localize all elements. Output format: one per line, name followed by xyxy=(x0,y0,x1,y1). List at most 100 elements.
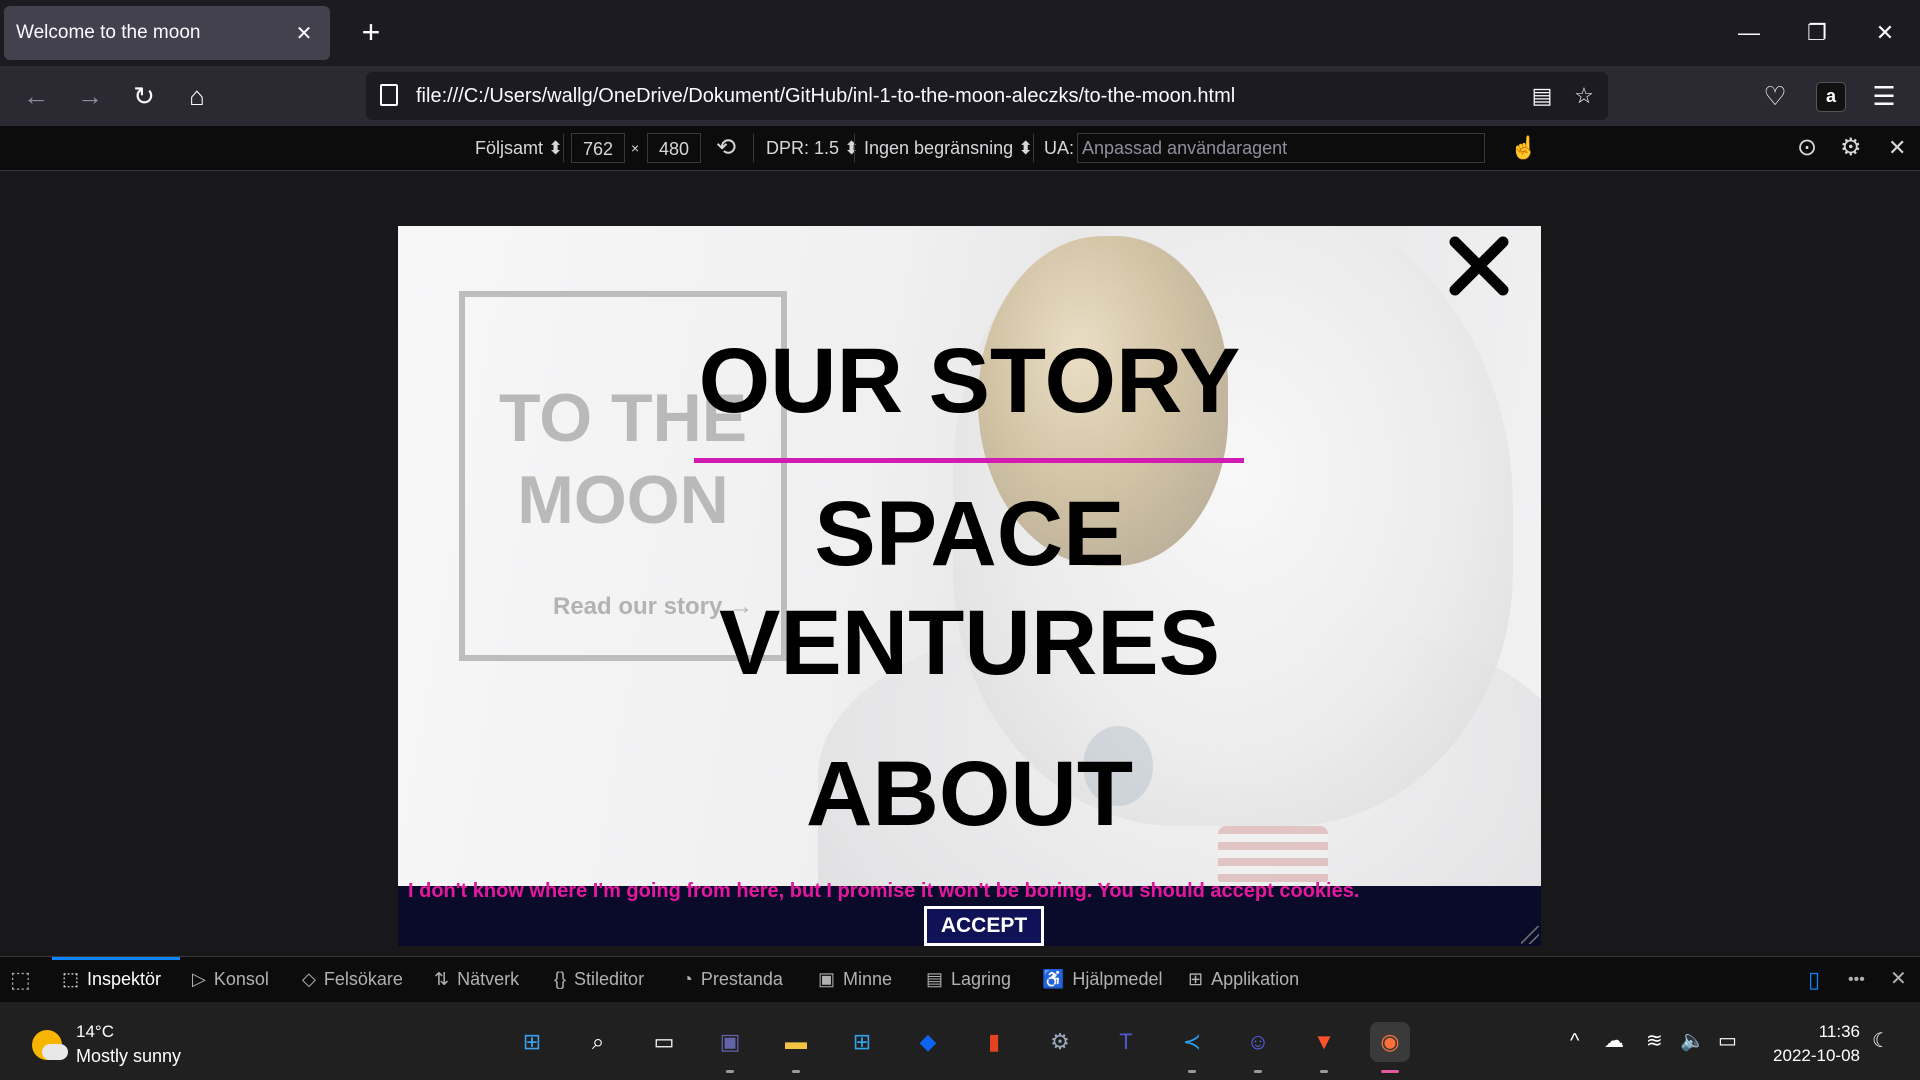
active-menu-underline xyxy=(694,458,1244,463)
new-tab-button[interactable]: + xyxy=(352,14,390,52)
restore-button[interactable]: ❐ xyxy=(1788,10,1846,56)
throttling-selector[interactable]: Ingen begränsning ⬍ xyxy=(864,126,1033,170)
rotate-icon[interactable]: ⟲ xyxy=(716,126,736,170)
devtools-toolbar: ⬚ ⬚ Inspektör ▷ Konsol ◇ Felsökare ⇅ Nätverk… xyxy=(0,956,1920,1002)
dropbox-icon[interactable]: ◆ xyxy=(908,1022,948,1062)
tab-style-editor[interactable]: {} Stileditor xyxy=(554,957,644,1002)
more-options-icon[interactable]: ••• xyxy=(1848,957,1865,1002)
running-indicator xyxy=(726,1070,734,1073)
battery-icon[interactable]: ▭ xyxy=(1718,1002,1737,1080)
amazon-extension-icon[interactable]: a xyxy=(1816,82,1846,112)
clock-date[interactable]: 2022-10-08 xyxy=(1750,1046,1860,1066)
web-page: TO THE MOON Read our story → OUR STORY S… xyxy=(398,226,1541,946)
wifi-icon[interactable]: ≋ xyxy=(1646,1002,1663,1080)
reload-button[interactable]: ↻ xyxy=(122,74,166,118)
tab-label: Prestanda xyxy=(700,969,783,989)
element-picker-icon[interactable]: ⬚ xyxy=(10,957,31,1002)
discord-icon[interactable]: ☺ xyxy=(1238,1022,1278,1062)
home-button[interactable]: ⌂ xyxy=(175,74,219,118)
minimize-button[interactable]: — xyxy=(1720,10,1778,56)
user-agent-input[interactable]: Anpassad användaragent xyxy=(1077,133,1485,163)
console-icon: ▷ xyxy=(192,969,206,989)
search-icon[interactable]: ⌕ xyxy=(578,1022,618,1062)
running-indicator xyxy=(792,1070,800,1073)
cookie-message: I don't know where I'm going from here, … xyxy=(408,880,1360,902)
tab-network[interactable]: ⇅ Nätverk xyxy=(434,957,519,1002)
settings-gear-icon[interactable]: ⚙ xyxy=(1840,126,1862,170)
dimension-separator: × xyxy=(631,140,640,156)
forward-button[interactable]: → xyxy=(68,74,112,118)
menu-label: OUR STORY xyxy=(698,330,1241,432)
tab-performance[interactable]: ◔ Prestanda xyxy=(682,957,783,1002)
running-indicator xyxy=(1381,1070,1399,1073)
bookmark-star-icon[interactable]: ☆ xyxy=(1566,78,1602,114)
device-selector[interactable]: Följsamt ⬍ xyxy=(475,126,563,170)
navigation-toolbar: ← → ↻ ⌂ file:///C:/Users/wallg/OneDrive/… xyxy=(0,66,1920,126)
close-devtools-icon[interactable]: ✕ xyxy=(1890,957,1907,1002)
firefox-icon[interactable]: ◉ xyxy=(1370,1022,1410,1062)
tray-overflow-icon[interactable]: ^ xyxy=(1570,1002,1579,1080)
tab-storage[interactable]: ▤ Lagring xyxy=(926,957,1011,1002)
tab-label: Inspektör xyxy=(87,969,162,989)
back-button[interactable]: ← xyxy=(14,74,58,118)
dpr-selector[interactable]: DPR: 1.5 ⬍ xyxy=(766,126,859,170)
vscode-icon[interactable]: ≺ xyxy=(1172,1022,1212,1062)
performance-icon: ◔ xyxy=(682,969,693,989)
tab-label: Konsol xyxy=(213,969,269,989)
chat-icon[interactable]: ▣ xyxy=(710,1022,750,1062)
weather-cloud-icon xyxy=(42,1044,68,1060)
close-rdm-icon[interactable]: ✕ xyxy=(1888,126,1906,170)
divider xyxy=(1033,134,1034,162)
divider xyxy=(753,134,754,162)
file-explorer-icon[interactable]: ▬ xyxy=(776,1022,816,1062)
pocket-icon[interactable]: ♡ xyxy=(1753,74,1797,118)
task-view-icon[interactable]: ▭ xyxy=(644,1022,684,1062)
running-indicator xyxy=(1188,1070,1196,1073)
menu-item-space-ventures-line-2[interactable]: VENTURES xyxy=(398,593,1541,693)
tab-label: Hjälpmedel xyxy=(1072,969,1163,989)
browser-tab[interactable]: Welcome to the moon ✕ xyxy=(4,6,330,60)
divider xyxy=(854,134,855,162)
settings-icon[interactable]: ⚙ xyxy=(1040,1022,1080,1062)
viewport-resize-handle[interactable] xyxy=(1521,926,1539,944)
url-text[interactable]: file:///C:/Users/wallg/OneDrive/Dokument… xyxy=(416,72,1235,120)
memory-icon: ▣ xyxy=(818,969,836,989)
app-menu-button[interactable]: ☰ xyxy=(1862,74,1906,118)
screenshot-icon[interactable]: ⊙ xyxy=(1797,126,1817,170)
menu-item-about[interactable]: ABOUT xyxy=(398,744,1541,844)
menu-item-space-ventures-line-1[interactable]: SPACE xyxy=(398,484,1541,584)
responsive-mode-toggle-icon[interactable]: ▯ xyxy=(1808,957,1820,1002)
reader-view-icon[interactable]: ▤ xyxy=(1524,78,1560,114)
onedrive-cloud-icon[interactable]: ☁ xyxy=(1604,1002,1624,1080)
menu-label: VENTURES xyxy=(719,592,1220,694)
tab-application[interactable]: ⊞ Applikation xyxy=(1188,957,1299,1002)
tab-label: Nätverk xyxy=(457,969,520,989)
menu-item-our-story[interactable]: OUR STORY xyxy=(398,331,1541,431)
volume-icon[interactable]: 🔈 xyxy=(1680,1002,1705,1080)
focus-assist-moon-icon[interactable]: ☾ xyxy=(1872,1002,1890,1080)
weather-temperature: 14°C xyxy=(76,1022,114,1041)
accept-cookies-button[interactable]: ACCEPT xyxy=(924,906,1044,946)
tab-inspector[interactable]: ⬚ Inspektör xyxy=(52,957,180,1002)
start-icon[interactable]: ⊞ xyxy=(512,1022,552,1062)
tab-close-icon[interactable]: ✕ xyxy=(290,21,318,46)
close-menu-icon[interactable] xyxy=(1447,234,1511,298)
viewport-height-input[interactable]: 480 xyxy=(647,133,701,163)
windows-taskbar: 14°C Mostly sunny ⊞ ⌕ ▭ ▣ ▬ ⊞ ◆ ▮ ⚙ T ≺ ☺ ▼ ◉ ^ ☁ ≋ 🔈… xyxy=(0,1002,1920,1080)
brave-icon[interactable]: ▼ xyxy=(1304,1022,1344,1062)
url-bar[interactable]: file:///C:/Users/wallg/OneDrive/Dokument… xyxy=(366,72,1608,120)
touch-simulation-icon[interactable]: ☝ xyxy=(1510,126,1537,170)
tab-debugger[interactable]: ◇ Felsökare xyxy=(302,957,403,1002)
close-window-button[interactable]: ✕ xyxy=(1856,10,1914,56)
tab-memory[interactable]: ▣ Minne xyxy=(818,957,892,1002)
tab-label: Felsökare xyxy=(323,969,403,989)
clock-time[interactable]: 11:36 xyxy=(1800,1022,1860,1042)
cookie-banner: I don't know where I'm going from here, … xyxy=(398,880,1541,946)
teams-icon[interactable]: T xyxy=(1106,1022,1146,1062)
tab-accessibility[interactable]: ♿ Hjälpmedel xyxy=(1042,957,1162,1002)
running-indicator xyxy=(1320,1070,1328,1073)
tab-console[interactable]: ▷ Konsol xyxy=(192,957,269,1002)
viewport-width-input[interactable]: 762 xyxy=(571,133,625,163)
office-icon[interactable]: ▮ xyxy=(974,1022,1014,1062)
store-icon[interactable]: ⊞ xyxy=(842,1022,882,1062)
